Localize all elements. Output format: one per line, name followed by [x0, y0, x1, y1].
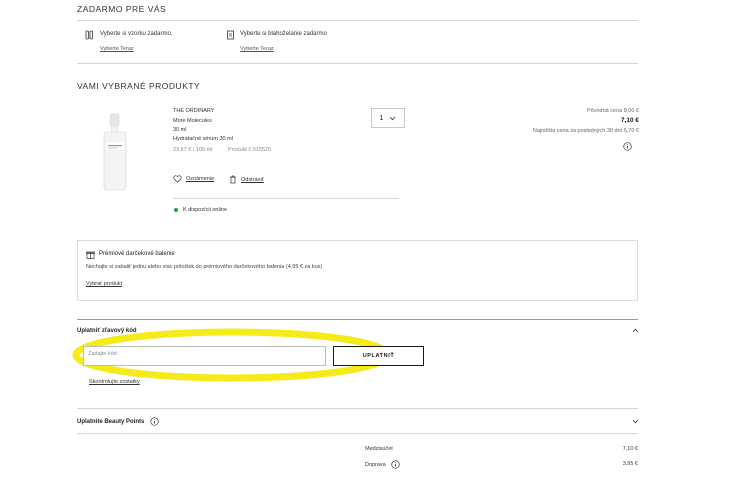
free-gift-label: Vyberte si blahoželanie zadarmo: [240, 31, 327, 37]
products-section-title: VAMI VYBRANÉ PRODUKTY: [77, 81, 201, 91]
beauty-points-toggle[interactable]: Uplatnite Beauty Points: [77, 417, 159, 426]
quantity-value: 1: [379, 114, 384, 122]
product-image[interactable]: [98, 112, 132, 194]
chevron-up-icon[interactable]: [632, 328, 639, 333]
shipping-label: Doprava: [365, 461, 386, 468]
sample-vials-icon: [85, 30, 94, 40]
product-number: Produkt č.015520: [228, 147, 272, 153]
notify-button[interactable]: Oznámenie: [173, 175, 214, 183]
shipping-value: 3,95 €: [622, 461, 638, 467]
divider: [173, 198, 399, 199]
divider: [77, 319, 638, 320]
divider: [77, 408, 638, 409]
info-icon[interactable]: [391, 460, 400, 469]
divider: [77, 20, 638, 21]
subtotal-label: Medzisúčet: [365, 446, 393, 452]
gift-wrap-title: Prémiové darčekové balenie: [99, 251, 175, 257]
subtotal-value: 7,10 €: [622, 446, 638, 452]
check-balance-link[interactable]: Skontrolujte zostatky: [89, 379, 140, 385]
product-brand: THE ORDINARY: [173, 108, 215, 114]
info-icon[interactable]: [623, 142, 632, 151]
product-name[interactable]: More Molecules: [173, 118, 212, 124]
gift-card-icon: [226, 30, 235, 40]
chevron-down-icon[interactable]: [632, 419, 639, 424]
divider: [77, 63, 638, 64]
availability-status: K dispozícii online: [174, 207, 227, 213]
discount-code-input[interactable]: Zadajte kód: [83, 346, 326, 366]
remove-button[interactable]: Odstrániť: [229, 175, 264, 184]
current-price: 7,10 €: [620, 117, 639, 124]
info-icon[interactable]: [150, 417, 159, 426]
lowest-price-info: Najnižšia cena za posledných 30 dní 5,70…: [532, 128, 639, 134]
select-product-link[interactable]: Vybrať produkt: [86, 281, 122, 287]
availability-dot-icon: [174, 208, 178, 212]
product-unit-price: 23,67 € / 100 ml: [173, 147, 213, 153]
beauty-points-title: Uplatnite Beauty Points: [77, 418, 145, 425]
free-gift-link[interactable]: Vyberte Teraz: [240, 46, 274, 52]
gift-wrap-description: Nechajte si zabaliť jednu alebo viac pol…: [86, 264, 323, 270]
product-type: Hydratačné sérum 30 ml: [173, 136, 233, 142]
free-sample-link[interactable]: Vyberte Teraz: [100, 46, 134, 52]
product-volume: 30 ml: [173, 127, 187, 133]
quantity-select[interactable]: 1: [371, 108, 405, 128]
remove-label: Odstrániť: [241, 176, 264, 183]
trash-icon: [229, 175, 237, 184]
notify-label: Oznámenie: [186, 176, 215, 182]
discount-placeholder: Zadajte kód: [88, 351, 117, 357]
divider: [77, 433, 638, 434]
shipping-row: Doprava: [365, 460, 400, 469]
free-section-title: ZADARMO PRE VÁS: [77, 4, 167, 14]
gift-wrap-card: Prémiové darčekové balenie Nechajte si z…: [77, 240, 638, 301]
gift-box-icon: [86, 250, 95, 259]
original-price: Pôvodná cena 8,00 €: [587, 108, 639, 114]
apply-code-button[interactable]: UPLATNIŤ: [333, 346, 424, 366]
chevron-down-icon: [389, 116, 396, 121]
heart-icon: [173, 175, 182, 183]
availability-label: K dispozícii online: [183, 207, 228, 213]
free-sample-label: Vyberte si vzorku zadarmo.: [100, 31, 173, 37]
